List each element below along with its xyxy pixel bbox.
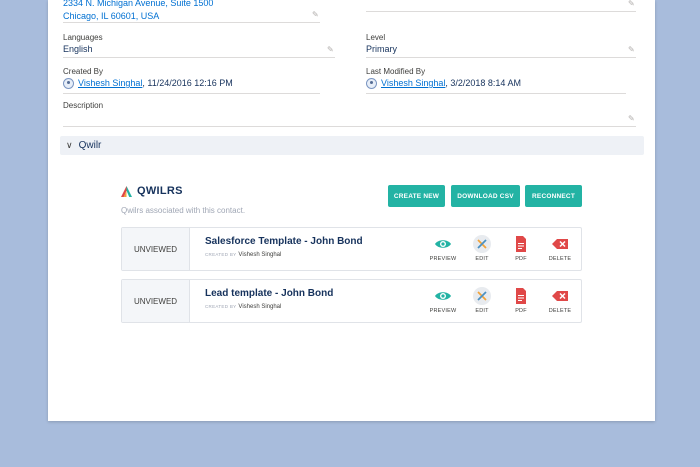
qwilrs-header: QWILRS	[121, 185, 183, 197]
preview-label: PREVIEW	[429, 308, 457, 314]
pdf-action[interactable]: PDF	[504, 235, 538, 262]
description-label: Description	[63, 101, 104, 110]
qwilr-name[interactable]: Lead template - John Bond	[205, 288, 333, 299]
preview-action[interactable]: PREVIEW	[426, 287, 460, 314]
created-by-caption: CREATED BY	[205, 252, 237, 257]
level-field: Level Primary ✎	[366, 33, 636, 58]
delete-action[interactable]: DELETE	[543, 287, 577, 314]
qwilr-creator: CREATED BY Vishesh Singhal	[205, 304, 281, 310]
qwilrs-title: QWILRS	[137, 185, 183, 197]
created-by-field: Created By Vishesh Singhal , 11/24/2016 …	[63, 67, 320, 94]
qwilr-section-header[interactable]: ∨ Qwilr	[60, 136, 644, 155]
eye-icon	[435, 292, 451, 300]
tools-icon	[473, 235, 491, 253]
download-csv-button[interactable]: DOWNLOAD CSV	[451, 185, 520, 207]
pdf-label: PDF	[515, 308, 527, 314]
address-line1[interactable]: 2334 N. Michigan Avenue, Suite 1500	[63, 0, 320, 10]
last-modified-label: Last Modified By	[366, 67, 426, 76]
preview-action[interactable]: PREVIEW	[426, 235, 460, 262]
address-field: 2334 N. Michigan Avenue, Suite 1500 Chic…	[63, 0, 320, 23]
pdf-label: PDF	[515, 256, 527, 262]
created-by-value: Vishesh Singhal , 11/24/2016 12:16 PM	[63, 77, 320, 90]
pdf-icon	[516, 288, 526, 304]
delete-label: DELETE	[548, 256, 572, 262]
qwilrs-subtitle: Qwilrs associated with this contact.	[121, 206, 246, 215]
tools-icon	[473, 287, 491, 305]
languages-field: Languages English ✎	[63, 33, 335, 58]
created-by-caption: CREATED BY	[205, 304, 237, 309]
address-line2[interactable]: Chicago, IL 60601, USA	[63, 10, 320, 23]
edit-action[interactable]: EDIT	[465, 287, 499, 314]
edit-pencil-icon[interactable]: ✎	[327, 46, 335, 54]
record-detail-card: 2334 N. Michigan Avenue, Suite 1500 Chic…	[48, 0, 655, 421]
created-by-user-link[interactable]: Vishesh Singhal	[78, 77, 142, 90]
edit-pencil-icon[interactable]: ✎	[628, 115, 636, 123]
created-by-label: Created By	[63, 67, 104, 76]
creator-name: Vishesh Singhal	[238, 252, 282, 258]
last-modified-timestamp: , 3/2/2018 8:14 AM	[445, 78, 521, 88]
edit-action[interactable]: EDIT	[465, 235, 499, 262]
edit-label: EDIT	[475, 256, 489, 262]
edit-pencil-icon[interactable]: ✎	[628, 0, 636, 8]
qwilr-name[interactable]: Salesforce Template - John Bond	[205, 236, 363, 247]
created-by-timestamp: , 11/24/2016 12:16 PM	[142, 78, 233, 88]
edit-pencil-icon[interactable]: ✎	[628, 46, 636, 54]
last-modified-value: Vishesh Singhal , 3/2/2018 8:14 AM	[366, 77, 626, 90]
delete-label: DELETE	[548, 308, 572, 314]
pdf-icon	[516, 236, 526, 252]
section-title: Qwilr	[78, 140, 102, 151]
edit-pencil-icon[interactable]: ✎	[312, 11, 320, 19]
languages-value: English	[63, 44, 93, 54]
status-badge: UNVIEWED	[122, 228, 190, 270]
last-modified-field: Last Modified By Vishesh Singhal , 3/2/2…	[366, 67, 626, 94]
qwilr-creator: CREATED BY Vishesh Singhal	[205, 252, 281, 258]
preview-label: PREVIEW	[429, 256, 457, 262]
status-badge: UNVIEWED	[122, 280, 190, 322]
empty-field-right: ✎	[366, 0, 636, 12]
qwilr-row: UNVIEWED Lead template - John Bond CREAT…	[121, 279, 582, 323]
creator-name: Vishesh Singhal	[238, 304, 282, 310]
edit-label: EDIT	[475, 308, 489, 314]
description-field: Description ✎	[63, 101, 636, 127]
reconnect-button[interactable]: RECONNECT	[525, 185, 582, 207]
create-new-button[interactable]: CREATE NEW	[388, 185, 445, 207]
pdf-action[interactable]: PDF	[504, 287, 538, 314]
delete-icon	[552, 291, 568, 301]
level-label: Level	[366, 33, 386, 42]
eye-icon	[435, 240, 451, 248]
languages-label: Languages	[63, 33, 103, 42]
delete-action[interactable]: DELETE	[543, 235, 577, 262]
user-avatar-icon	[366, 78, 377, 89]
chevron-down-icon: ∨	[66, 140, 73, 150]
delete-icon	[552, 239, 568, 249]
qwilr-logo-icon	[121, 185, 132, 197]
last-modified-user-link[interactable]: Vishesh Singhal	[381, 77, 445, 90]
user-avatar-icon	[63, 78, 74, 89]
level-value: Primary	[366, 44, 397, 54]
qwilr-row: UNVIEWED Salesforce Template - John Bond…	[121, 227, 582, 271]
